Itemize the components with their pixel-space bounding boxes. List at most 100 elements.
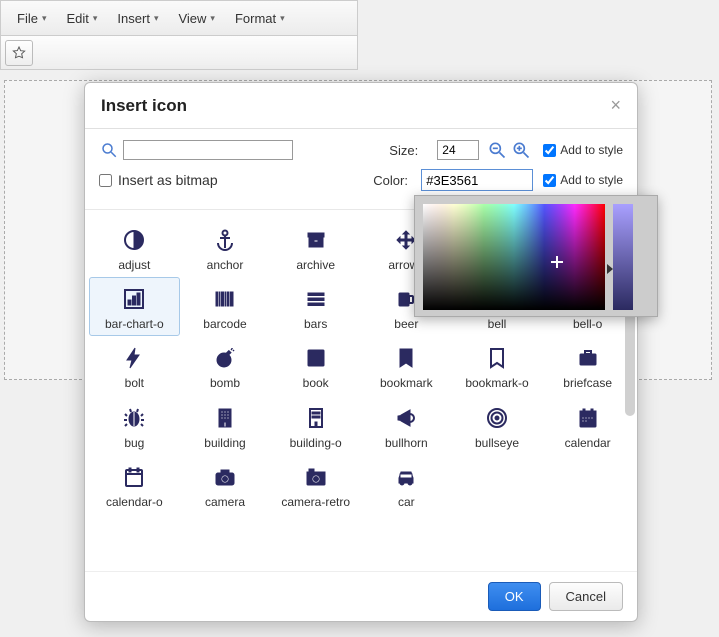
bomb-icon (210, 343, 240, 373)
icon-label: bug (124, 437, 144, 450)
star-button[interactable] (5, 40, 33, 66)
dialog-footer: OK Cancel (85, 571, 637, 621)
caret-icon: ▾ (42, 13, 47, 24)
caret-icon: ▾ (280, 13, 285, 24)
book-icon (301, 343, 331, 373)
insert-bitmap-option[interactable]: Insert as bitmap (99, 172, 218, 188)
menu-format[interactable]: Format▾ (225, 5, 295, 32)
icon-option-bookmark-o[interactable]: bookmark-o (452, 336, 543, 395)
cancel-button[interactable]: Cancel (549, 582, 623, 611)
ok-button[interactable]: OK (488, 582, 541, 611)
icon-option-camera-retro[interactable]: camera-retro (270, 455, 361, 514)
icon-label: car (398, 496, 415, 509)
size-input[interactable] (437, 140, 479, 160)
menu-file[interactable]: File▾ (7, 5, 56, 32)
menu-edit[interactable]: Edit▾ (56, 5, 107, 32)
dialog-header: Insert icon × (85, 83, 637, 129)
icon-label: barcode (203, 318, 246, 331)
icon-label: bar-chart-o (105, 318, 164, 331)
sv-cursor-icon (551, 256, 563, 268)
icon-label: calendar-o (106, 496, 163, 509)
bar-chart-o-icon (119, 284, 149, 314)
icon-label: camera (205, 496, 245, 509)
icon-label: bell-o (573, 318, 602, 331)
icon-label: briefcase (563, 377, 612, 390)
camera-retro-icon (301, 462, 331, 492)
icon-option-building-o[interactable]: building-o (270, 396, 361, 455)
bug-icon (119, 403, 149, 433)
icon-option-bomb[interactable]: bomb (180, 336, 271, 395)
barcode-icon (210, 284, 240, 314)
icon-label: bars (304, 318, 327, 331)
icon-option-bug[interactable]: bug (89, 396, 180, 455)
icon-label: beer (394, 318, 418, 331)
icon-option-bolt[interactable]: bolt (89, 336, 180, 395)
color-picker[interactable] (414, 195, 658, 317)
toolbar (0, 36, 358, 70)
bolt-icon (119, 343, 149, 373)
size-label: Size: (389, 143, 437, 158)
icon-option-adjust[interactable]: adjust (89, 218, 180, 277)
add-to-style-size[interactable]: Add to style (543, 143, 623, 157)
icon-option-archive[interactable]: archive (270, 218, 361, 277)
caret-icon: ▾ (93, 13, 98, 24)
icon-label: bomb (210, 377, 240, 390)
hue-arrow-icon (607, 264, 613, 274)
icon-option-briefcase[interactable]: briefcase (542, 336, 633, 395)
caret-icon: ▾ (154, 13, 159, 24)
insert-icon-dialog: Insert icon × Size: Add to style (84, 82, 638, 622)
icon-label: building-o (290, 437, 342, 450)
insert-bitmap-checkbox[interactable] (99, 174, 112, 187)
icon-label: adjust (118, 259, 150, 272)
adjust-icon (119, 225, 149, 255)
color-label: Color: (373, 173, 421, 188)
archive-icon (301, 225, 331, 255)
icon-label: book (303, 377, 329, 390)
bullseye-icon (482, 403, 512, 433)
bullhorn-icon (391, 403, 421, 433)
icon-option-bar-chart-o[interactable]: bar-chart-o (89, 277, 180, 336)
hue-slider[interactable] (613, 204, 633, 310)
calendar-o-icon (119, 462, 149, 492)
color-input[interactable] (421, 169, 533, 191)
menu-view[interactable]: View▾ (168, 5, 224, 32)
icon-option-book[interactable]: book (270, 336, 361, 395)
camera-icon (210, 462, 240, 492)
icon-label: building (204, 437, 245, 450)
zoom-out-icon[interactable] (485, 139, 509, 161)
calendar-icon (573, 403, 603, 433)
search-icon (99, 140, 119, 160)
add-to-style-color-checkbox[interactable] (543, 174, 556, 187)
icon-option-anchor[interactable]: anchor (180, 218, 271, 277)
search-input[interactable] (123, 140, 293, 160)
icon-option-car[interactable]: car (361, 455, 452, 514)
icon-option-building[interactable]: building (180, 396, 271, 455)
caret-icon: ▾ (210, 13, 215, 24)
bookmark-icon (391, 343, 421, 373)
icon-option-calendar-o[interactable]: calendar-o (89, 455, 180, 514)
icon-option-bookmark[interactable]: bookmark (361, 336, 452, 395)
car-icon (391, 462, 421, 492)
icon-option-camera[interactable]: camera (180, 455, 271, 514)
icon-option-barcode[interactable]: barcode (180, 277, 271, 336)
icon-label: bookmark (380, 377, 433, 390)
star-icon (11, 45, 27, 61)
icon-label: bookmark-o (465, 377, 528, 390)
icon-option-bullhorn[interactable]: bullhorn (361, 396, 452, 455)
building-icon (210, 403, 240, 433)
menu-insert[interactable]: Insert▾ (107, 5, 168, 32)
icon-option-calendar[interactable]: calendar (542, 396, 633, 455)
bars-icon (301, 284, 331, 314)
anchor-icon (210, 225, 240, 255)
bookmark-o-icon (482, 343, 512, 373)
briefcase-icon (573, 343, 603, 373)
building-o-icon (301, 403, 331, 433)
icon-label: camera-retro (281, 496, 350, 509)
icon-option-bars[interactable]: bars (270, 277, 361, 336)
saturation-value-panel[interactable] (423, 204, 605, 310)
add-to-style-size-checkbox[interactable] (543, 144, 556, 157)
icon-option-bullseye[interactable]: bullseye (452, 396, 543, 455)
zoom-in-icon[interactable] (509, 139, 533, 161)
close-icon[interactable]: × (610, 95, 621, 116)
add-to-style-color[interactable]: Add to style (543, 173, 623, 187)
